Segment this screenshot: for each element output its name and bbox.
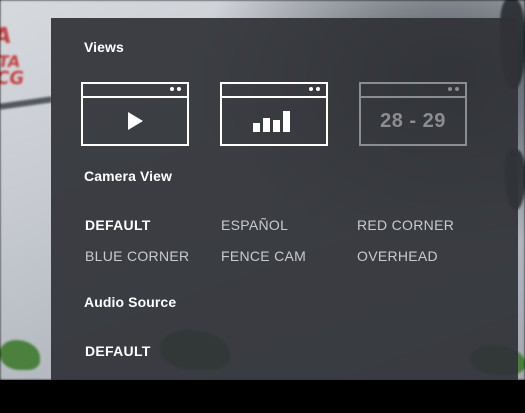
view-tile-score[interactable]: 28 - 29	[359, 82, 467, 146]
view-tile-stats[interactable]	[220, 82, 328, 146]
background-graphic: A	[0, 24, 13, 49]
settings-panel: Views 28 - 29 Camera View DEFAULT ESPAÑO…	[51, 18, 518, 380]
score-label: 28 - 29	[380, 109, 446, 132]
camera-view-title: Camera View	[84, 168, 173, 184]
audio-source-title: Audio Source	[84, 294, 177, 310]
camera-option-overhead[interactable]: OVERHEAD	[357, 248, 438, 264]
camera-option-fence-cam[interactable]: FENCE CAM	[221, 248, 306, 264]
play-icon	[128, 112, 143, 130]
camera-option-espanol[interactable]: ESPAÑOL	[221, 217, 288, 233]
camera-option-red-corner[interactable]: RED CORNER	[357, 217, 454, 233]
window-dots-icon	[448, 87, 459, 91]
camera-option-default[interactable]: DEFAULT	[85, 217, 151, 233]
window-dots-icon	[170, 87, 181, 91]
audio-option-default[interactable]: DEFAULT	[85, 343, 151, 359]
background-graphic	[0, 96, 53, 110]
views-title: Views	[84, 39, 124, 55]
bottom-bar	[0, 380, 525, 413]
camera-option-blue-corner[interactable]: BLUE CORNER	[85, 248, 189, 264]
view-tile-video[interactable]	[81, 82, 189, 146]
bar-chart-icon	[253, 111, 290, 132]
background-graphic	[0, 340, 40, 370]
background-graphic: CG	[0, 68, 26, 89]
window-dots-icon	[309, 87, 320, 91]
